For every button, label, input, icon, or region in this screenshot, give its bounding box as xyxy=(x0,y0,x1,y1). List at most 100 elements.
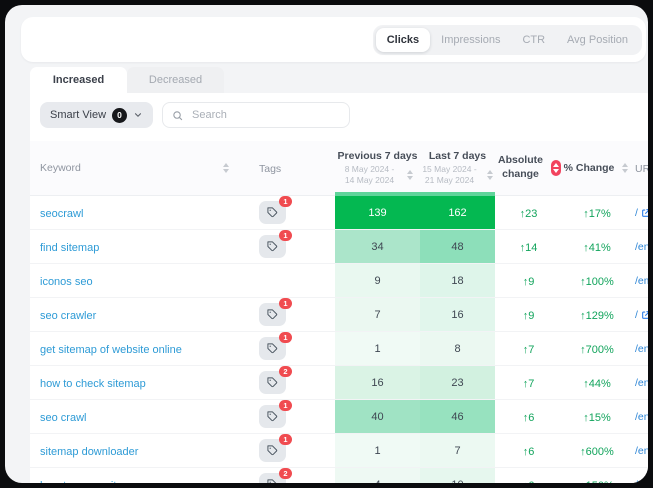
absolute-change-value: ↑7 xyxy=(523,344,535,356)
tag-button[interactable]: 2 xyxy=(259,473,286,483)
tag-icon xyxy=(267,445,278,456)
search-icon xyxy=(172,110,183,121)
tag-count-badge: 1 xyxy=(279,434,292,445)
url-link[interactable]: /en xyxy=(635,411,648,423)
sort-icon-previous[interactable] xyxy=(405,168,415,182)
tag-icon xyxy=(267,343,278,354)
metric-tab-ctr[interactable]: CTR xyxy=(511,28,556,52)
url-link[interactable]: / xyxy=(635,309,638,321)
previous-value-cell: 34 xyxy=(335,230,420,263)
smart-view-label: Smart View xyxy=(50,109,106,121)
tag-icon xyxy=(267,377,278,388)
keyword-link[interactable]: iconos seo xyxy=(40,276,93,288)
previous-value-cell: 7 xyxy=(335,298,420,331)
keyword-link[interactable]: seo crawl xyxy=(40,412,86,424)
previous-value-cell: 139 xyxy=(335,196,420,229)
tag-icon xyxy=(267,207,278,218)
last-value-cell: 18 xyxy=(420,264,495,297)
tag-count-badge: 1 xyxy=(279,400,292,411)
last-value-cell: 10 xyxy=(420,468,495,483)
metric-tab-clicks[interactable]: Clicks xyxy=(376,28,430,52)
previous-value-cell: 9 xyxy=(335,264,420,297)
tag-button[interactable]: 1 xyxy=(259,235,286,258)
column-header-percent-change: % Change xyxy=(562,141,632,196)
last-value-cell: 46 xyxy=(420,400,495,433)
table-row: iconos seo918↑9↑100%/em xyxy=(30,264,648,298)
column-header-previous-7-days: Previous 7 days 8 May 2024 - 14 May 2024 xyxy=(335,141,420,196)
table-card: Smart View 0 xyxy=(30,93,648,483)
last-value-cell: 16 xyxy=(420,298,495,331)
search-input[interactable] xyxy=(190,108,340,122)
previous-value-cell: 1 xyxy=(335,434,420,467)
keyword-link[interactable]: find sitemap xyxy=(40,242,99,254)
app-window: ClicksImpressionsCTRAvg Position Increas… xyxy=(5,5,648,483)
tab-increased[interactable]: Increased xyxy=(30,67,127,93)
keyword-link[interactable]: how to see a sitemap xyxy=(40,480,144,484)
table-row: seocrawl1139162↑23↑17%/ xyxy=(30,196,648,230)
chevron-down-icon xyxy=(133,110,143,120)
percent-change-value: ↑44% xyxy=(583,378,611,390)
url-link[interactable]: /en xyxy=(635,377,648,389)
metric-tab-avg-position[interactable]: Avg Position xyxy=(556,28,639,52)
previous-value-cell: 40 xyxy=(335,400,420,433)
absolute-change-value: ↑7 xyxy=(523,378,535,390)
tag-count-badge: 1 xyxy=(279,298,292,309)
tag-count-badge: 1 xyxy=(279,230,292,241)
sort-icon-absolute-change-active[interactable] xyxy=(551,160,561,176)
tag-count-badge: 1 xyxy=(279,332,292,343)
percent-change-value: ↑41% xyxy=(583,242,611,254)
absolute-change-value: ↑6 xyxy=(523,480,535,484)
table-controls: Smart View 0 xyxy=(30,93,648,137)
url-link[interactable]: / xyxy=(635,207,638,219)
search-box xyxy=(162,102,350,128)
tag-button[interactable]: 1 xyxy=(259,439,286,462)
percent-change-value: ↑129% xyxy=(580,310,614,322)
tag-button[interactable]: 2 xyxy=(259,371,286,394)
keyword-link[interactable]: seocrawl xyxy=(40,208,83,220)
keyword-link[interactable]: sitemap downloader xyxy=(40,446,138,458)
tag-button[interactable]: 1 xyxy=(259,201,286,224)
table-row: how to see a sitemap2410↑6↑150%/en xyxy=(30,468,648,484)
sort-icon-percent-change[interactable] xyxy=(620,161,630,175)
column-header-last-7-days: Last 7 days 15 May 2024 - 21 May 2024 xyxy=(420,141,495,196)
tag-button[interactable]: 1 xyxy=(259,337,286,360)
smart-view-dropdown[interactable]: Smart View 0 xyxy=(40,102,153,128)
tab-decreased[interactable]: Decreased xyxy=(127,67,224,93)
metric-tab-impressions[interactable]: Impressions xyxy=(430,28,511,52)
table-row: seo crawl14046↑6↑15%/en xyxy=(30,400,648,434)
column-header-absolute-change: Absolute change xyxy=(495,141,562,196)
absolute-change-value: ↑14 xyxy=(520,242,538,254)
tag-button[interactable]: 1 xyxy=(259,303,286,326)
last-value-cell: 7 xyxy=(420,434,495,467)
percent-change-value: ↑17% xyxy=(583,208,611,220)
keywords-table: Keyword Tags Previous 7 days 8 May 2024 … xyxy=(30,141,648,483)
keyword-link[interactable]: get sitemap of website online xyxy=(40,344,182,356)
column-header-url: URL xyxy=(632,141,648,196)
last-value-cell: 48 xyxy=(420,230,495,263)
percent-change-value: ↑600% xyxy=(580,446,614,458)
table-row: how to check sitemap 2 1623 ↑7 ↑44% /en xyxy=(30,366,648,400)
tag-button[interactable]: 1 xyxy=(259,405,286,428)
last-value-cell: 23 xyxy=(420,366,495,399)
absolute-change-value: ↑9 xyxy=(523,310,535,322)
table-row: seo crawler 1 716 ↑9 ↑129% / xyxy=(30,298,648,332)
column-header-keyword: Keyword xyxy=(30,141,245,196)
keyword-link[interactable]: how to check sitemap xyxy=(40,378,146,390)
external-link-icon xyxy=(641,208,648,218)
url-link[interactable]: /em xyxy=(635,275,648,287)
last-value-cell: 162 xyxy=(420,196,495,229)
tag-icon xyxy=(267,479,278,483)
table-row: find sitemap 1 3448 ↑14 ↑41% /en xyxy=(30,230,648,264)
sort-icon-last[interactable] xyxy=(485,168,495,182)
table-header-row: Keyword Tags Previous 7 days 8 May 2024 … xyxy=(30,141,648,196)
sort-icon-keyword[interactable] xyxy=(221,161,231,175)
keyword-link[interactable]: seo crawler xyxy=(40,310,96,322)
tag-icon xyxy=(267,241,278,252)
url-link[interactable]: /en xyxy=(635,241,648,253)
url-link[interactable]: /en xyxy=(635,479,648,484)
url-link[interactable]: /en xyxy=(635,343,648,355)
url-link[interactable]: /en xyxy=(635,445,648,457)
tag-count-badge: 2 xyxy=(279,366,292,377)
absolute-change-value: ↑6 xyxy=(523,412,535,424)
previous-value-cell: 16 xyxy=(335,366,420,399)
